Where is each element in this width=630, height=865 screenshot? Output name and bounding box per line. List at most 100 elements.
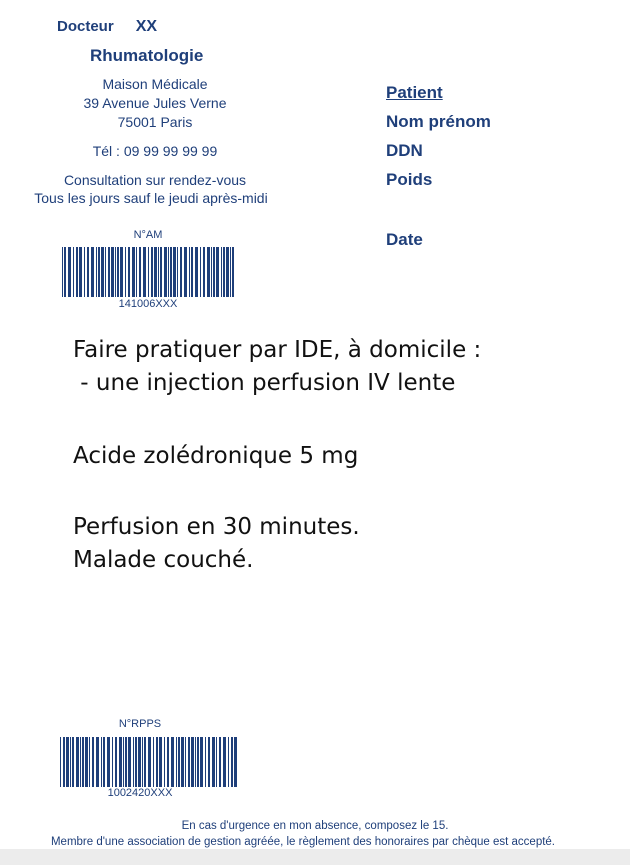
patient-ddn: DDN — [386, 141, 423, 160]
barcode-bar — [125, 737, 127, 787]
barcode-bar — [219, 737, 221, 787]
barcode-bar — [197, 737, 199, 787]
barcode-bar — [139, 247, 141, 297]
barcode-bar — [101, 737, 102, 787]
barcode-bar — [230, 247, 231, 297]
barcode-bar — [107, 737, 110, 787]
barcode-bar — [221, 247, 222, 297]
barcode-bar — [62, 247, 63, 297]
phone: Tél : 09 99 99 99 99 — [92, 143, 218, 159]
barcode-bar — [66, 737, 69, 787]
am-number: 141006XXX — [118, 298, 178, 310]
consultation-hours: Consultation sur rendez-vous Tous les jo… — [0, 171, 310, 207]
barcode-bar — [232, 247, 234, 297]
barcode-bar — [189, 247, 190, 297]
patient-title: Patient — [386, 83, 443, 102]
prescription-line-3: Acide zolédronique 5 mg — [73, 443, 359, 469]
consultation-line-1: Consultation sur rendez-vous — [63, 172, 247, 188]
consultation-line-2: Tous les jours sauf le jeudi après-midi — [34, 190, 268, 206]
barcode-bar — [76, 247, 78, 297]
barcode-bar — [184, 247, 187, 297]
rpps-barcode — [60, 737, 238, 787]
barcode-bar — [125, 247, 126, 297]
barcode-bar — [96, 737, 99, 787]
barcode-bar — [213, 247, 215, 297]
barcode-bar — [89, 737, 90, 787]
barcode-bar — [96, 247, 97, 297]
footer-association: Membre d'une association de gestion agré… — [50, 836, 556, 848]
barcode-bar — [120, 247, 123, 297]
barcode-bar — [92, 737, 94, 787]
barcode-bar — [181, 737, 184, 787]
barcode-bar — [170, 247, 172, 297]
barcode-bar — [115, 737, 117, 787]
am-barcode — [62, 247, 236, 297]
barcode-bar — [158, 247, 159, 297]
barcode-bar — [144, 737, 146, 787]
barcode-bar — [205, 737, 206, 787]
barcode-bar — [164, 737, 165, 787]
barcode-bar — [153, 737, 154, 787]
barcode-bar — [164, 247, 167, 297]
prescription-line-2: - une injection perfusion IV lente — [73, 370, 456, 396]
page-bottom-edge — [0, 849, 630, 865]
barcode-bar — [207, 247, 210, 297]
barcode-bar — [91, 247, 94, 297]
barcode-bar — [123, 737, 124, 787]
barcode-bar — [132, 247, 135, 297]
barcode-bar — [234, 737, 237, 787]
barcode-bar — [180, 247, 182, 297]
barcode-bar — [195, 737, 196, 787]
barcode-bar — [200, 737, 203, 787]
barcode-bar — [84, 247, 85, 297]
barcode-bar — [119, 737, 122, 787]
barcode-bar — [148, 247, 149, 297]
prescription-date: Date — [386, 230, 423, 249]
barcode-bar — [195, 247, 198, 297]
barcode-bar — [98, 247, 100, 297]
barcode-bar — [177, 247, 178, 297]
barcode-bar — [103, 737, 105, 787]
barcode-bar — [231, 737, 233, 787]
barcode-bar — [173, 247, 176, 297]
barcode-bar — [72, 737, 74, 787]
address-block: Maison Médicale 39 Avenue Jules Verne 75… — [0, 75, 310, 132]
rpps-label: N°RPPS — [118, 718, 162, 730]
rpps-number: 1002420XXX — [107, 787, 173, 799]
patient-name: Nom prénom — [386, 112, 491, 131]
patient-info: Patient Nom prénom DDN Poids — [386, 78, 491, 194]
barcode-bar — [223, 737, 226, 787]
barcode-bar — [117, 247, 119, 297]
barcode-bar — [64, 247, 66, 297]
barcode-bar — [111, 247, 114, 297]
barcode-bar — [101, 247, 104, 297]
barcode-bar — [151, 247, 153, 297]
barcode-bar — [167, 737, 169, 787]
barcode-bar — [79, 247, 82, 297]
barcode-bar — [208, 737, 210, 787]
barcode-bar — [211, 247, 212, 297]
footer-urgence: En cas d'urgence en mon absence, compose… — [181, 820, 449, 832]
barcode-bar — [191, 737, 194, 787]
barcode-bar — [76, 737, 79, 787]
prescription-line-4: Perfusion en 30 minutes. — [73, 514, 360, 540]
barcode-bar — [154, 247, 157, 297]
barcode-bar — [112, 737, 113, 787]
barcode-bar — [178, 737, 180, 787]
barcode-bar — [191, 247, 193, 297]
barcode-bar — [138, 737, 141, 787]
barcode-bar — [203, 247, 205, 297]
barcode-bar — [85, 737, 88, 787]
barcode-bar — [87, 247, 89, 297]
barcode-bar — [70, 737, 71, 787]
am-label: N°AM — [133, 229, 163, 241]
barcode-bar — [200, 247, 201, 297]
barcode-bar — [159, 737, 162, 787]
barcode-bar — [168, 247, 169, 297]
barcode-bar — [188, 737, 190, 787]
barcode-bar — [105, 247, 106, 297]
prescription-line-1: Faire pratiquer par IDE, à domicile : — [73, 337, 482, 363]
address-line-3: 75001 Paris — [117, 114, 193, 130]
barcode-bar — [82, 737, 84, 787]
barcode-bar — [185, 737, 186, 787]
